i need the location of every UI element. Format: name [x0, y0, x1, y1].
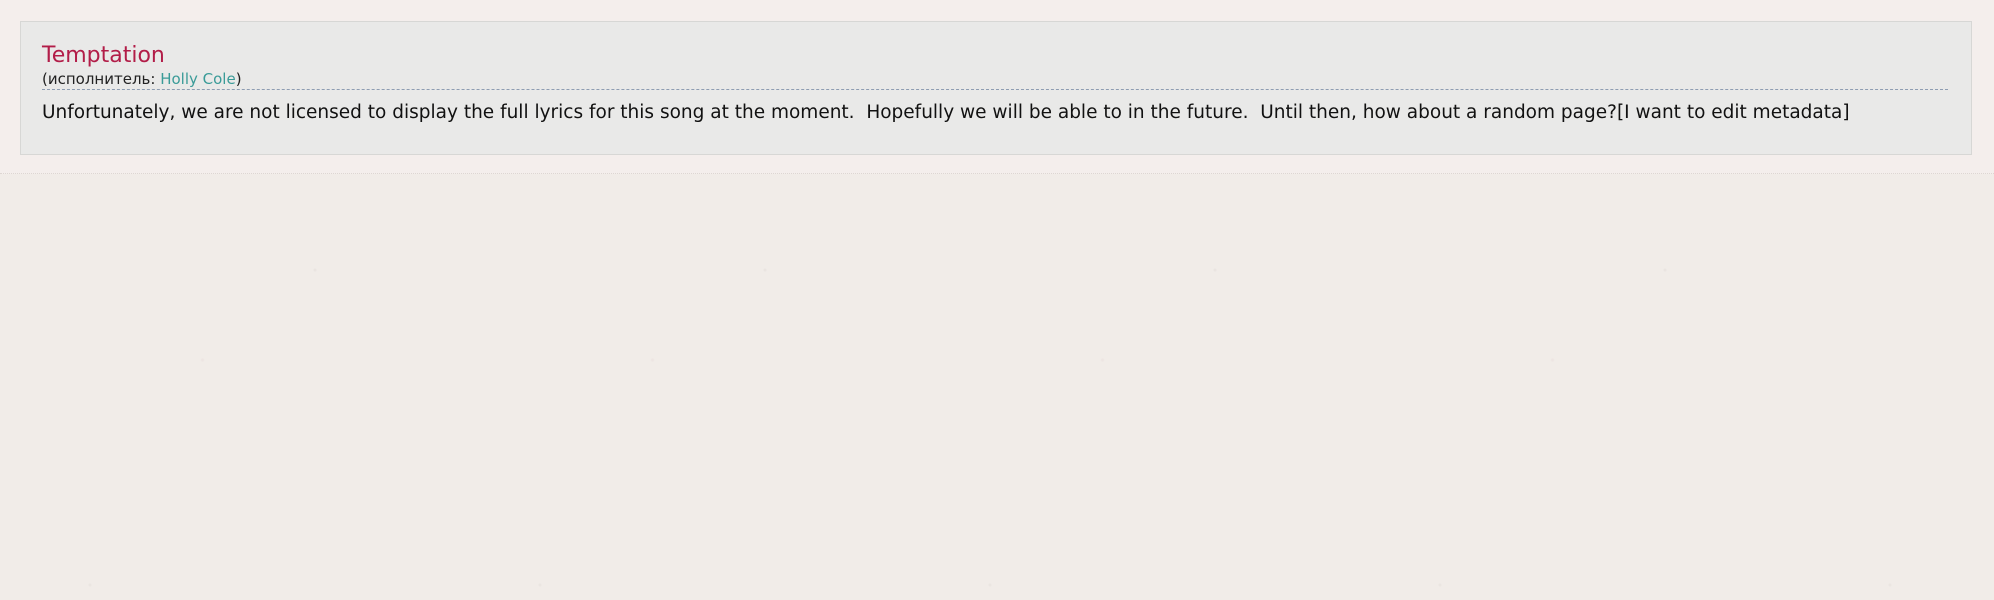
edit-metadata-link[interactable]: [I want to edit metadata] — [1617, 102, 1850, 123]
artist-link[interactable]: Holly Cole — [160, 70, 235, 88]
lyrics-unavailable-message: Unfortunately, we are not licensed to di… — [42, 102, 1617, 123]
artist-prefix: (исполнитель: — [42, 70, 161, 88]
dotted-divider — [42, 89, 1948, 90]
song-panel: Temptation (исполнитель: Holly Cole) Unf… — [20, 21, 1972, 155]
content-frame: Temptation (исполнитель: Holly Cole) Unf… — [0, 0, 1994, 174]
artist-suffix: ) — [235, 70, 242, 88]
song-title: Temptation — [42, 43, 165, 68]
artist-line: (исполнитель: Holly Cole) — [42, 69, 242, 89]
lyrics-notice: Unfortunately, we are not licensed to di… — [42, 100, 1850, 126]
